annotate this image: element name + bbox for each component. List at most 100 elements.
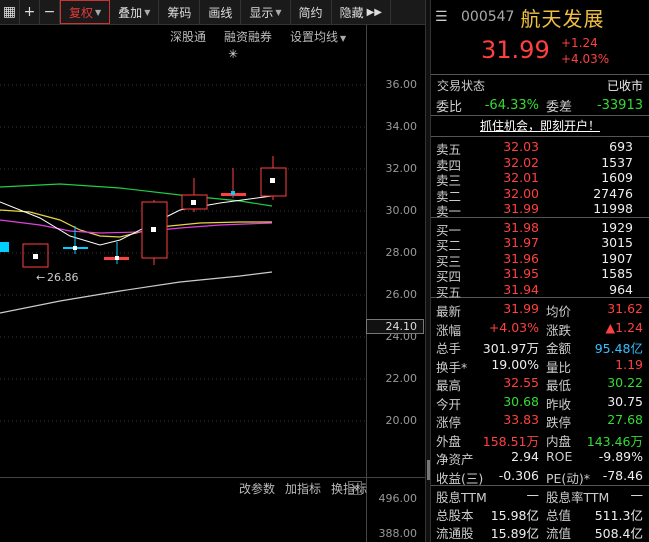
stat-value: 30.22 (607, 375, 643, 390)
ask-volume: 11998 (593, 201, 633, 216)
bid-row[interactable]: 买二 31.97 3015 (431, 235, 649, 253)
bid-row[interactable]: 买三 31.96 1907 (431, 251, 649, 269)
stat-label: 收益(三) (436, 470, 484, 486)
last-price: 31.99 (481, 36, 550, 64)
stat-row: 涨幅 +4.03% 涨跌 ▲1.24 (431, 319, 649, 338)
stat-label: 最低 (546, 378, 572, 393)
chips-button[interactable]: 筹码 (159, 0, 201, 24)
stat-row: 总手 301.97万 金额 95.48亿 (431, 337, 649, 356)
stat-label: 最高 (436, 378, 462, 393)
price-tick: 32.00 (385, 162, 418, 175)
bid-volume: 1929 (601, 219, 633, 235)
draw-line-button[interactable]: 画线 (200, 0, 242, 24)
hide-button[interactable]: 隐藏 ▶▶ (332, 0, 391, 24)
price-tick: 34.00 (385, 120, 418, 133)
stat-value: 95.48亿 (594, 341, 643, 356)
simple-button[interactable]: 简约 (291, 0, 332, 24)
price-change: +1.24 (561, 36, 598, 50)
candle (221, 168, 246, 198)
kline-chart-pane[interactable]: ▦ + − 复权 ▼ 叠加 ▼ 筹码 画线 显示 ▼ 简约 隐藏 ▶▶ 深股通 融资融券… (0, 0, 427, 542)
overlay-label: 叠加 (118, 5, 143, 20)
stat-label: 跌停 (546, 415, 572, 430)
ask-row[interactable]: 卖二 32.00 27476 (431, 186, 649, 204)
candle (260, 156, 287, 200)
bid-volume: 1585 (601, 266, 633, 281)
menu-icon[interactable]: ☰ (435, 9, 449, 25)
ask-price: 31.99 (503, 201, 539, 216)
grid-icon[interactable]: ▦ (0, 0, 20, 24)
low-marker-arrow: ← (36, 271, 45, 284)
stat-row: 今开 30.68 昨收 30.75 (431, 393, 649, 412)
ask-price: 32.02 (503, 154, 539, 170)
overlay-button[interactable]: 叠加 ▼ (110, 0, 160, 24)
stat-label: 金额 (546, 341, 572, 356)
stat-value: 30.75 (607, 393, 643, 409)
splitter-grip[interactable] (427, 460, 430, 480)
bid-row[interactable]: 买四 31.95 1585 (431, 266, 649, 284)
volume-tick: 388.00 (378, 527, 418, 540)
candle (22, 243, 49, 268)
margin-trading-link[interactable]: 融资融券 (224, 28, 272, 45)
open-account-link[interactable]: 抓住机会，即刻开户！ (431, 116, 649, 136)
ask-row[interactable]: 卖五 32.03 693 (431, 139, 649, 157)
caret-down-icon: ▼ (340, 34, 347, 43)
zoom-out-icon[interactable]: − (40, 0, 60, 24)
stat-value: 30.68 (503, 393, 539, 409)
stat-label: PE(动)* (546, 470, 590, 486)
pane-divider (0, 477, 426, 478)
bid-row[interactable]: 买一 31.98 1929 (431, 219, 649, 238)
bid-row[interactable]: 买五 31.94 964 (431, 282, 649, 300)
stat-label: 外盘 (436, 433, 462, 449)
stat-value: 1.19 (615, 356, 643, 372)
stat-row: 总股本 15.98亿 总值 511.3亿 (431, 504, 649, 523)
stat-value: 15.89亿 (490, 526, 539, 541)
stat-value: 27.68 (607, 412, 643, 427)
stat-value: 19.00% (491, 356, 539, 372)
stat-value: 31.99 (503, 301, 539, 316)
price-axis: 36.00 34.00 32.00 30.00 28.00 26.00 24.0… (366, 25, 425, 542)
stat-row: 流通股 15.89亿 流值 508.4亿 (431, 522, 649, 541)
stat-row: 换手* 19.00% 量比 1.19 (431, 356, 649, 375)
ask-volume: 1537 (601, 154, 633, 170)
add-indicator-button[interactable]: 加指标 (285, 480, 321, 497)
stat-row: 涨停 33.83 跌停 27.68 (431, 411, 649, 430)
stat-label: 最新 (436, 304, 462, 319)
ask-row[interactable]: 卖一 31.99 11998 (431, 201, 649, 219)
ask-book: 卖五 32.03 693 卖四 32.02 1537 卖三 32.01 1609 卖二 32.… (431, 136, 649, 219)
stat-value: 508.4亿 (594, 526, 643, 541)
quote-panel: ☰ 000547 航天发展 31.99 +1.24 +4.03% 交易状态 已收… (431, 0, 649, 542)
ask-row[interactable]: 卖四 32.02 1537 (431, 154, 649, 173)
close-icon[interactable]: × (348, 481, 362, 495)
stat-value: 143.46万 (586, 433, 643, 449)
stat-value: -78.46 (602, 467, 643, 483)
quote-title-row: ☰ 000547 航天发展 (431, 0, 649, 34)
display-button[interactable]: 显示 ▼ (241, 0, 291, 24)
stat-label: 均价 (546, 304, 572, 319)
edit-params-button[interactable]: 改参数 (239, 480, 275, 497)
price-tick: 36.00 (385, 78, 418, 91)
stat-label: 涨停 (436, 415, 462, 430)
adjust-button[interactable]: 复权 ▼ (60, 0, 111, 24)
chart-subbar: 深股通 融资融券 设置均线 ▼ (170, 28, 346, 45)
stock-name: 航天发展 (520, 6, 605, 31)
ask-row[interactable]: 卖三 32.01 1609 (431, 170, 649, 188)
stat-value: 158.51万 (482, 433, 539, 449)
order-diff-value: -33913 (596, 97, 643, 113)
hk-connect-link[interactable]: 深股通 (170, 28, 206, 45)
zoom-in-icon[interactable]: + (20, 0, 40, 24)
ma-line-cyan (0, 195, 273, 246)
volume-tick: 496.00 (378, 492, 418, 505)
stat-value: — (630, 487, 644, 502)
caret-down-icon: ▼ (95, 7, 102, 17)
hide-label: 隐藏 (339, 5, 364, 20)
stat-label: 今开 (436, 396, 462, 412)
ma-settings-link[interactable]: 设置均线 ▼ (290, 28, 346, 45)
ask-volume: 693 (609, 139, 633, 154)
stat-row: 外盘 158.51万 内盘 143.46万 (431, 430, 649, 449)
stat-value: 32.55 (503, 375, 539, 390)
price-tick: 26.00 (385, 288, 418, 301)
stat-label: 换手* (436, 359, 468, 375)
candlestick-chart[interactable]: ← 26.86 (0, 50, 366, 460)
chart-toolbar: ▦ + − 复权 ▼ 叠加 ▼ 筹码 画线 显示 ▼ 简约 隐藏 ▶▶ (0, 0, 427, 25)
draw-line-label: 画线 (208, 5, 233, 20)
